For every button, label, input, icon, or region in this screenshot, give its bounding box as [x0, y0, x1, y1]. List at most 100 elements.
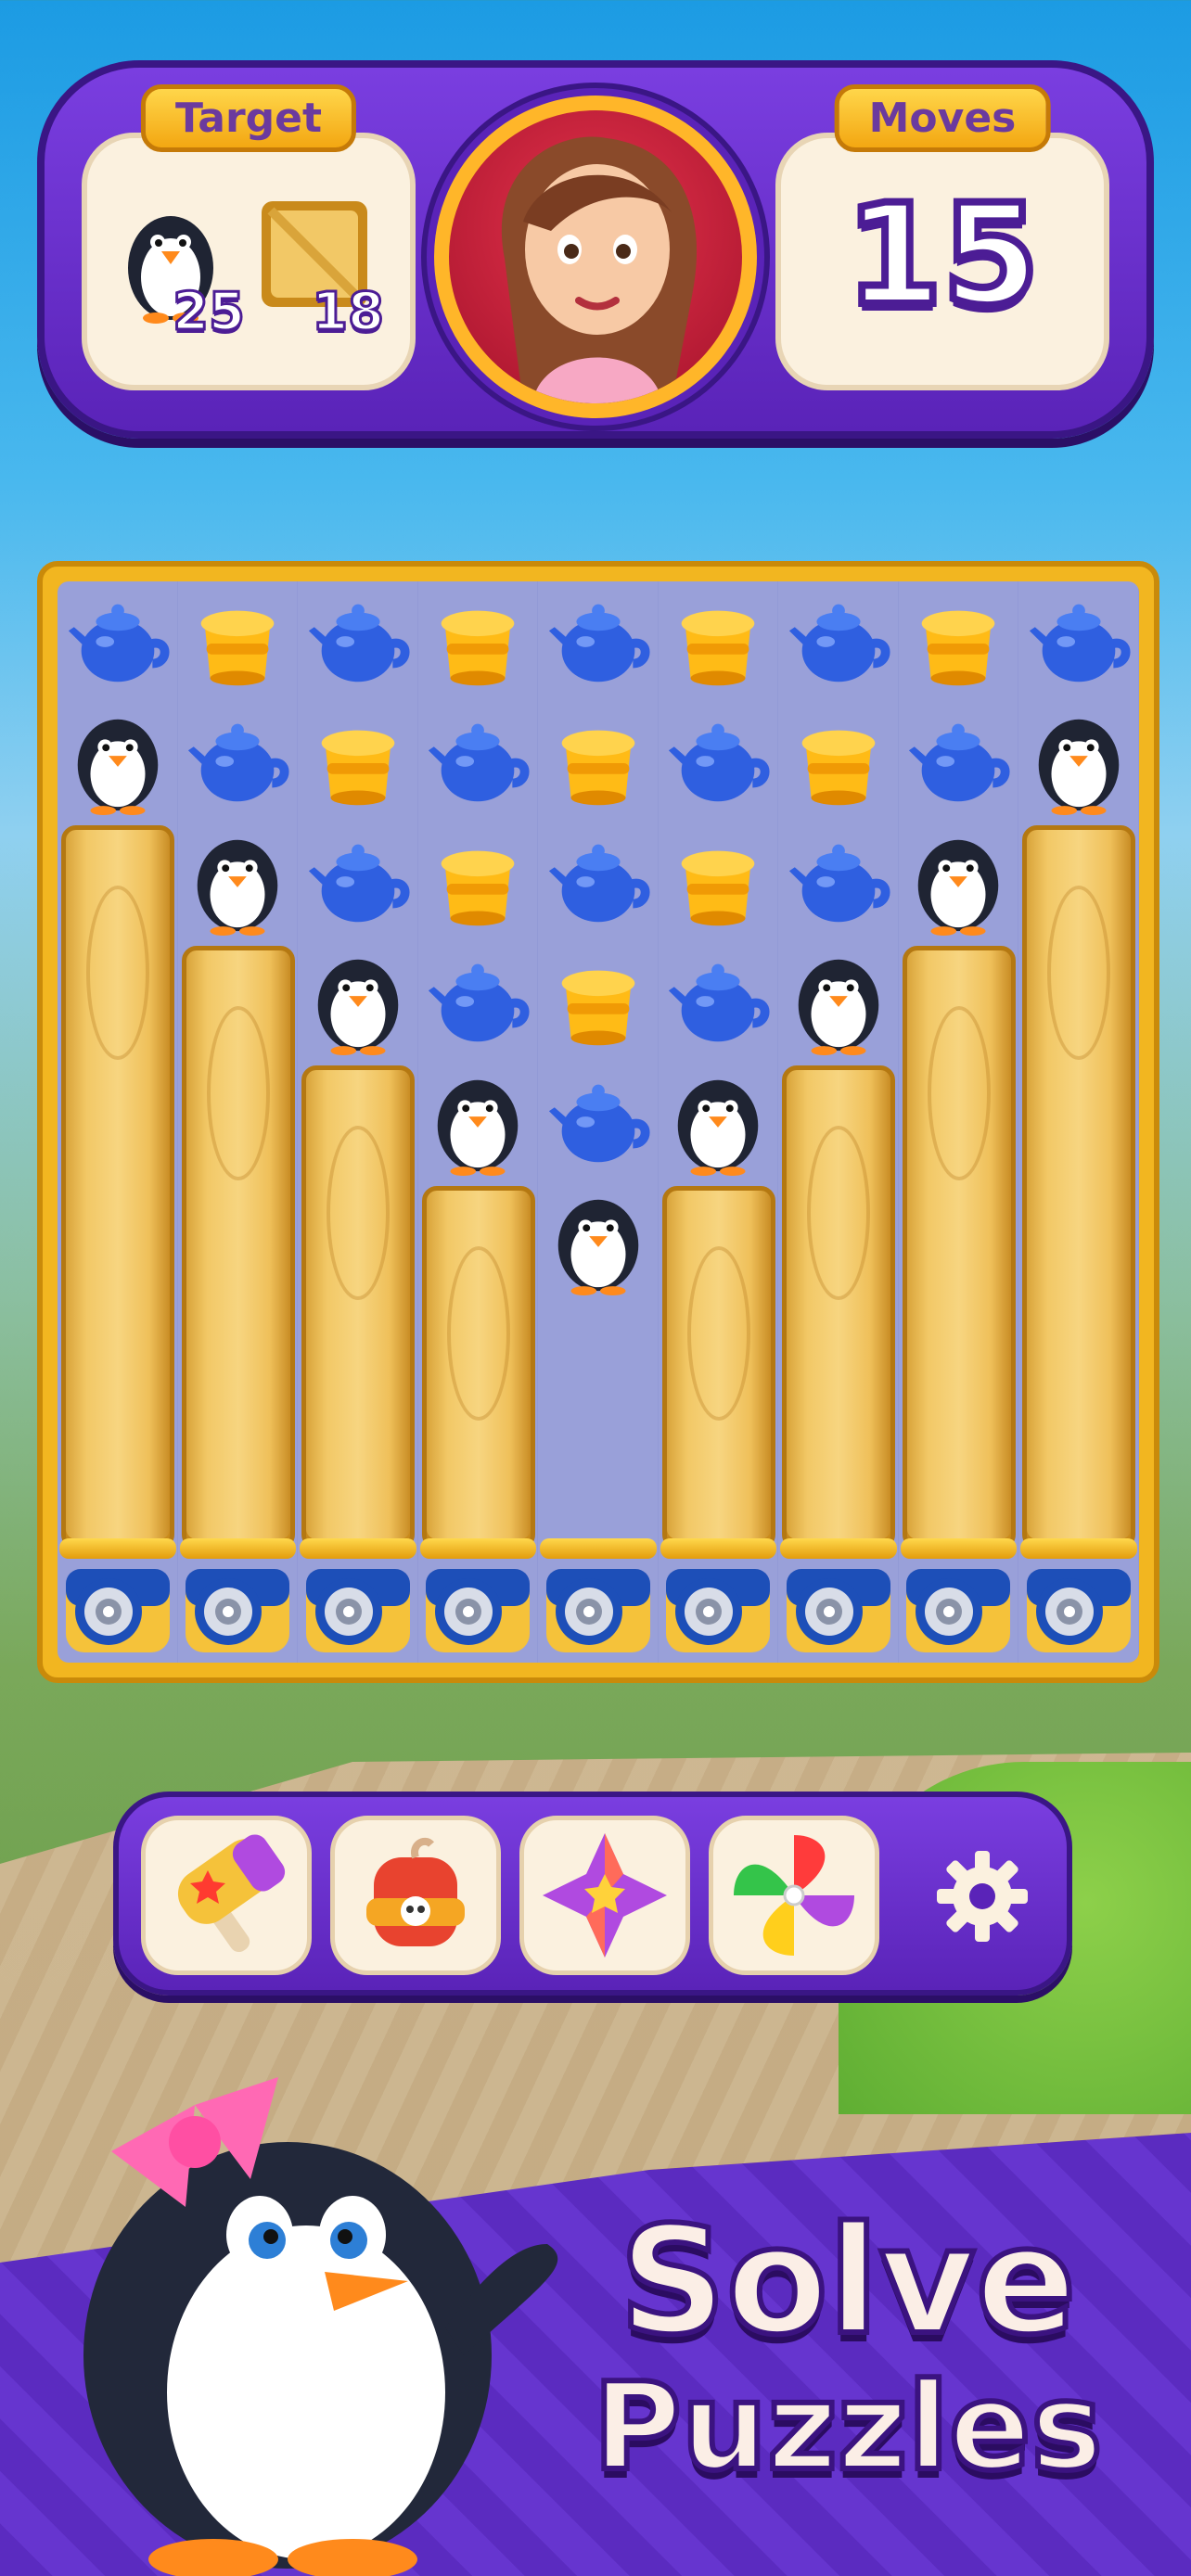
- board-cell-pot[interactable]: [778, 702, 899, 823]
- teapot-icon: [548, 1084, 650, 1163]
- penguin-icon: [77, 720, 159, 816]
- board-cell-penguin[interactable]: [298, 942, 418, 1063]
- board-cell-pot[interactable]: [418, 581, 539, 702]
- board-cell-pot[interactable]: [538, 702, 659, 823]
- board-cell-teapot[interactable]: [418, 702, 539, 823]
- teapot-icon: [429, 963, 530, 1042]
- board-cell-penguin[interactable]: [538, 1182, 659, 1303]
- penguin-icon: [677, 1079, 759, 1176]
- penguin-icon: [798, 960, 879, 1056]
- moves-label: Moves: [834, 84, 1051, 152]
- honey-pot-icon: [681, 850, 755, 925]
- cannon-icon: [426, 1569, 531, 1652]
- cross-blast-icon: [543, 1833, 667, 1958]
- board-cell-penguin[interactable]: [659, 1062, 779, 1182]
- board-cell-teapot[interactable]: [538, 581, 659, 702]
- penguin-icon: [917, 839, 999, 936]
- board-cell-penguin[interactable]: [58, 702, 178, 823]
- booster-bar: [113, 1792, 1072, 1996]
- board-cell-pot[interactable]: [298, 702, 418, 823]
- teapot-icon: [669, 963, 770, 1042]
- cannon-cap: [540, 1538, 657, 1559]
- gear-icon: [937, 1851, 1028, 1942]
- board-cell-teapot[interactable]: [178, 702, 299, 823]
- moves-count: 15: [842, 172, 1044, 340]
- cannon: [418, 1538, 539, 1668]
- pinwheel-icon: [734, 1835, 854, 1956]
- teapot-icon: [548, 604, 650, 682]
- honey-pot-icon: [441, 610, 515, 685]
- target-count-penguin: 25: [172, 281, 247, 344]
- board-cell-teapot[interactable]: [298, 822, 418, 942]
- penguin-icon: [197, 839, 278, 936]
- board-cell-teapot[interactable]: [538, 822, 659, 942]
- wood-plank-obstacle: [661, 1185, 775, 1549]
- teapot-icon: [308, 604, 410, 682]
- board-cell-teapot[interactable]: [418, 942, 539, 1063]
- board-cell-penguin[interactable]: [178, 822, 299, 942]
- wood-plank-obstacle: [1022, 825, 1135, 1549]
- cannon-icon: [906, 1569, 1011, 1652]
- game-board[interactable]: [37, 561, 1159, 1683]
- cannon: [178, 1538, 299, 1668]
- target-goal-wood: 18: [254, 194, 386, 351]
- teapot-icon: [788, 844, 890, 923]
- teapot-icon: [308, 844, 410, 923]
- board-cell-penguin[interactable]: [418, 1062, 539, 1182]
- board-cell-pot[interactable]: [659, 822, 779, 942]
- target-count-wood: 18: [311, 281, 386, 344]
- booster-hammer[interactable]: [141, 1816, 312, 1975]
- target-panel: Target 25 18: [82, 84, 416, 390]
- cannon-icon: [666, 1569, 771, 1652]
- board-cell-teapot[interactable]: [538, 1062, 659, 1182]
- board-cell-pot[interactable]: [899, 581, 1019, 702]
- board-cell-teapot[interactable]: [659, 702, 779, 823]
- settings-button[interactable]: [931, 1845, 1033, 1947]
- honey-pot-icon: [561, 730, 635, 806]
- cannon: [298, 1538, 418, 1668]
- teapot-icon: [1029, 604, 1131, 682]
- moves-panel: Moves 15: [775, 84, 1109, 390]
- teapot-icon: [669, 723, 770, 802]
- board-cell-teapot[interactable]: [1018, 581, 1139, 702]
- cannon: [1018, 1538, 1139, 1668]
- board-cell-penguin[interactable]: [899, 822, 1019, 942]
- honey-pot-icon: [801, 730, 876, 806]
- honey-pot-icon: [921, 610, 995, 685]
- honey-pot-icon: [200, 610, 275, 685]
- wood-plank-obstacle: [301, 1065, 415, 1549]
- cannon-cap: [59, 1538, 176, 1559]
- honey-pot-icon: [321, 730, 395, 806]
- wood-plank-obstacle: [421, 1185, 535, 1549]
- cannon: [778, 1538, 899, 1668]
- wood-plank-obstacle: [181, 945, 295, 1549]
- target-label: Target: [140, 84, 357, 152]
- board-cell-teapot[interactable]: [778, 581, 899, 702]
- cannon-icon: [305, 1569, 410, 1652]
- cannon-row: [58, 1538, 1139, 1668]
- board-grid[interactable]: [58, 581, 1139, 1555]
- cannon: [58, 1538, 178, 1668]
- board-cell-pot[interactable]: [178, 581, 299, 702]
- board-cell-penguin[interactable]: [778, 942, 899, 1063]
- board-cell-teapot[interactable]: [298, 581, 418, 702]
- booster-pinwheel[interactable]: [709, 1816, 879, 1975]
- board-cell-teapot[interactable]: [58, 581, 178, 702]
- teapot-icon: [429, 723, 530, 802]
- board-cell-penguin[interactable]: [1018, 702, 1139, 823]
- cannon-icon: [786, 1569, 890, 1652]
- wood-plank-obstacle: [61, 825, 174, 1549]
- board-cell-pot[interactable]: [418, 822, 539, 942]
- booster-bomb[interactable]: [330, 1816, 501, 1975]
- wood-plank-obstacle: [902, 945, 1016, 1549]
- board-cell-pot[interactable]: [659, 581, 779, 702]
- board-cell-teapot[interactable]: [899, 702, 1019, 823]
- cannon-cap: [419, 1538, 536, 1559]
- board-cell-pot[interactable]: [538, 942, 659, 1063]
- board-cell-teapot[interactable]: [659, 942, 779, 1063]
- cannon: [899, 1538, 1019, 1668]
- booster-cross-blast[interactable]: [519, 1816, 690, 1975]
- board-cell-teapot[interactable]: [778, 822, 899, 942]
- teapot-icon: [909, 723, 1010, 802]
- honey-pot-icon: [561, 970, 635, 1046]
